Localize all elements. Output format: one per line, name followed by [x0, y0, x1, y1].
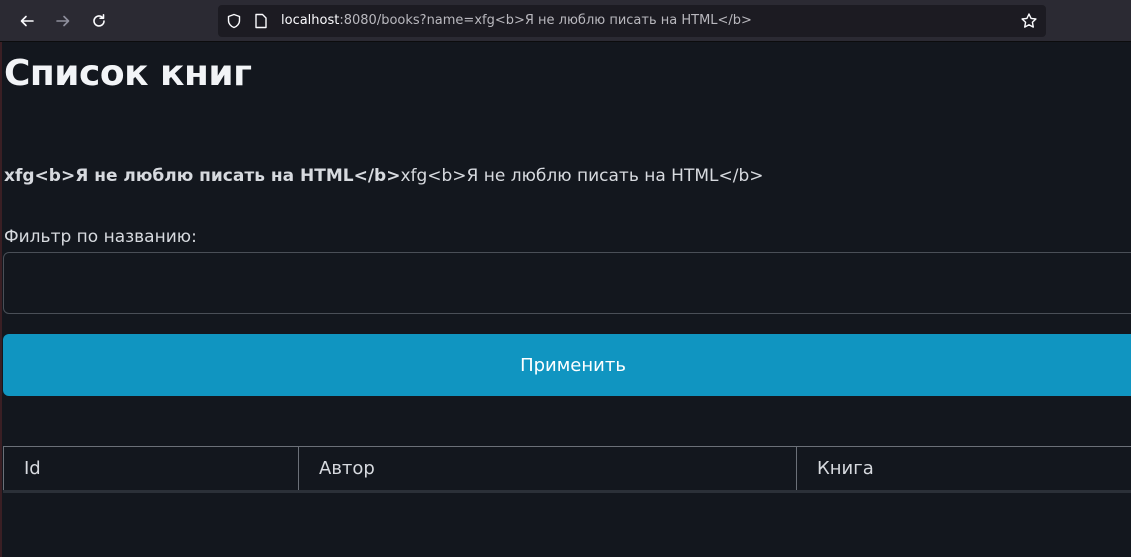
column-header-id: Id: [3, 446, 299, 493]
url-text[interactable]: localhost:8080/books?name=xfg<b>Я не люб…: [281, 13, 752, 29]
reload-icon: [93, 14, 105, 27]
search-echo: xfg<b>Я не люблю писать на HTML</b>xfg<b…: [4, 166, 764, 186]
browser-toolbar: localhost:8080/books?name=xfg<b>Я не люб…: [0, 0, 1131, 42]
filter-label: Фильтр по названию:: [4, 227, 197, 247]
column-header-author: Автор: [298, 446, 797, 493]
forward-button[interactable]: [50, 8, 76, 34]
page-content: Список книг xfg<b>Я не люблю писать на H…: [3, 43, 1131, 557]
column-header-book: Книга: [796, 446, 1131, 493]
window-edge: [0, 42, 2, 557]
address-bar[interactable]: localhost:8080/books?name=xfg<b>Я не люб…: [218, 5, 1046, 37]
apply-button[interactable]: Применить: [3, 334, 1131, 396]
books-table: Id Автор Книга: [3, 446, 1131, 493]
table-header-row: Id Автор Книга: [3, 446, 1131, 493]
filter-input[interactable]: [3, 252, 1131, 314]
search-echo-plain: xfg<b>Я не люблю писать на HTML</b>: [400, 166, 764, 186]
shield-icon[interactable]: [226, 13, 242, 29]
bookmark-star-icon[interactable]: [1020, 12, 1038, 30]
url-host: localhost: [281, 13, 340, 28]
forward-arrow-icon: [56, 15, 70, 27]
search-echo-bold: xfg<b>Я не люблю писать на HTML</b>: [4, 166, 401, 186]
page-icon[interactable]: [254, 13, 268, 29]
back-button[interactable]: [14, 8, 40, 34]
url-path: :8080/books?name=xfg<b>Я не люблю писать…: [339, 13, 752, 28]
reload-button[interactable]: [86, 8, 112, 34]
back-arrow-icon: [20, 15, 34, 27]
page-title: Список книг: [4, 53, 252, 94]
